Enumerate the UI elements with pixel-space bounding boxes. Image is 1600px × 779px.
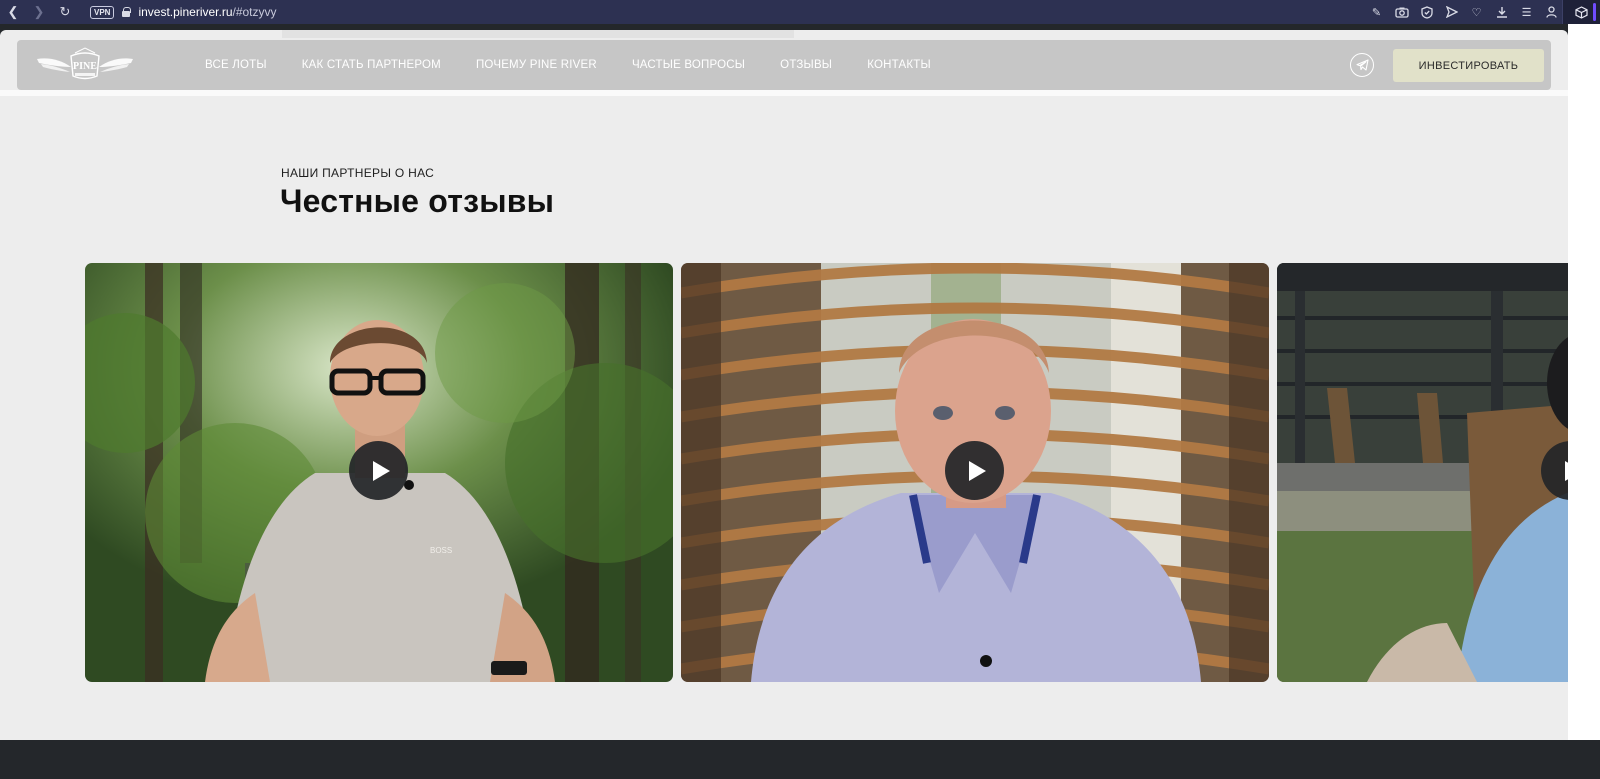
- profile-icon[interactable]: [1543, 4, 1560, 21]
- loading-strip: [282, 30, 794, 38]
- nav-faq[interactable]: ЧАСТЫЕ ВОПРОСЫ: [632, 59, 745, 71]
- page-viewport: PINE ВСЕ ЛОТЫ КАК СТАТЬ ПАРТНЕРОМ ПОЧЕМУ…: [0, 30, 1568, 740]
- send-icon[interactable]: [1443, 4, 1460, 21]
- play-icon: [372, 460, 390, 481]
- url-host: invest.pineriver.ru: [138, 5, 233, 19]
- back-icon[interactable]: ❮: [0, 0, 26, 24]
- play-icon: [1564, 460, 1568, 481]
- review-video-1[interactable]: BOSS: [85, 263, 673, 682]
- nav-all-lots[interactable]: ВСЕ ЛОТЫ: [205, 59, 267, 71]
- heart-icon[interactable]: ♡: [1468, 4, 1485, 21]
- footer: [0, 740, 1600, 779]
- section-title: Честные отзывы: [280, 183, 555, 219]
- site-header: PINE ВСЕ ЛОТЫ КАК СТАТЬ ПАРТНЕРОМ ПОЧЕМУ…: [17, 40, 1551, 90]
- url-path: /#otzyvy: [232, 5, 277, 19]
- sidebar-accent: [1593, 3, 1596, 21]
- main-nav: ВСЕ ЛОТЫ КАК СТАТЬ ПАРТНЕРОМ ПОЧЕМУ PINE…: [205, 40, 931, 90]
- reload-icon[interactable]: ↻: [52, 0, 78, 24]
- nav-contacts[interactable]: КОНТАКТЫ: [867, 59, 931, 71]
- edit-icon[interactable]: ✎: [1368, 4, 1385, 21]
- invest-button[interactable]: ИНВЕСТИРОВАТЬ: [1393, 49, 1544, 82]
- vpn-badge[interactable]: VPN: [90, 5, 115, 19]
- logo-text: PINE: [73, 61, 97, 72]
- menu-icon[interactable]: ☰: [1518, 4, 1535, 21]
- video-thumbnail-terrace: [1277, 263, 1568, 682]
- browser-actions: ✎ ♡ ☰: [1368, 0, 1560, 24]
- play-icon: [968, 460, 986, 481]
- address-bar[interactable]: invest.pineriver.ru/#otzyvy: [138, 5, 276, 19]
- page-scroll-gutter: [1568, 24, 1600, 740]
- camera-icon[interactable]: [1393, 4, 1410, 21]
- nav-become-partner[interactable]: КАК СТАТЬ ПАРТНЕРОМ: [302, 59, 441, 71]
- shirt-logo: BOSS: [430, 546, 452, 555]
- shield-icon[interactable]: [1418, 4, 1435, 21]
- forward-icon[interactable]: ❯: [26, 0, 52, 24]
- pine-river-logo[interactable]: PINE: [35, 47, 135, 83]
- download-icon[interactable]: [1493, 4, 1510, 21]
- extensions-area: [1562, 0, 1600, 24]
- telegram-icon[interactable]: [1350, 53, 1374, 77]
- cube-icon[interactable]: [1573, 4, 1590, 21]
- lock-icon: [122, 7, 132, 17]
- play-button[interactable]: [349, 441, 408, 500]
- play-button[interactable]: [945, 441, 1004, 500]
- nav-reviews[interactable]: ОТЗЫВЫ: [780, 59, 832, 71]
- header-divider: [0, 90, 1568, 96]
- nav-why-pine-river[interactable]: ПОЧЕМУ PINE RIVER: [476, 59, 597, 71]
- section-eyebrow: НАШИ ПАРТНЕРЫ О НАС: [281, 166, 435, 180]
- review-video-2[interactable]: [681, 263, 1269, 682]
- browser-toolbar: ❮ ❯ ↻ VPN invest.pineriver.ru/#otzyvy ✎ …: [0, 0, 1600, 24]
- review-video-3[interactable]: [1277, 263, 1568, 682]
